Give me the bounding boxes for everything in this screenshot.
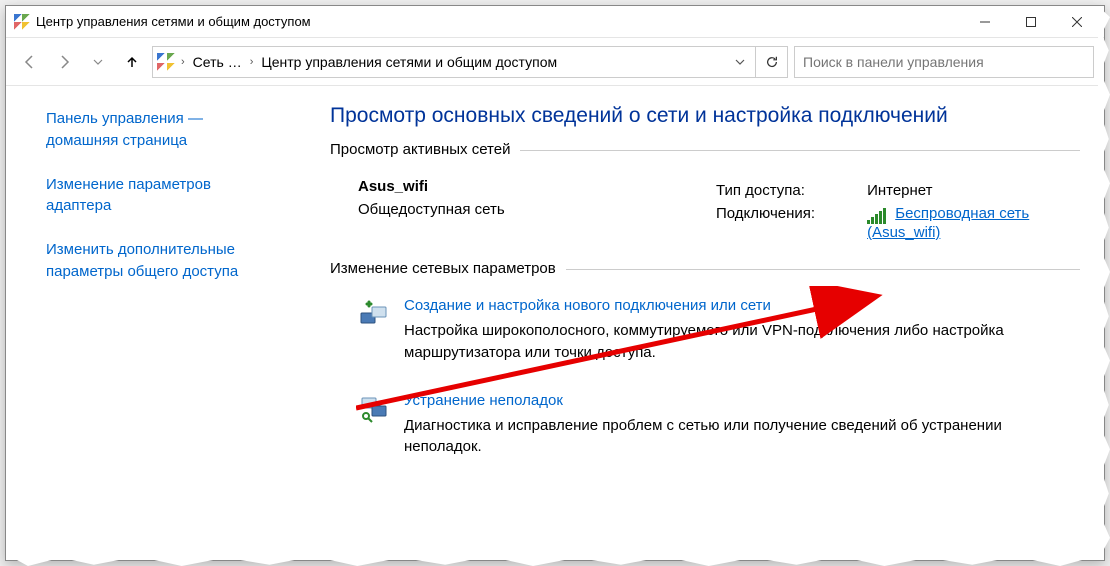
nav-history-dropdown[interactable] <box>84 48 112 76</box>
network-name: Asus_wifi <box>358 178 698 195</box>
nav-back-button[interactable] <box>16 48 44 76</box>
access-type-value: Интернет <box>827 180 1078 201</box>
wifi-signal-icon <box>867 207 887 224</box>
sidebar-link-advanced-sharing[interactable]: Изменить дополнительные параметры общего… <box>46 239 276 283</box>
refresh-button[interactable] <box>756 46 788 78</box>
breadcrumb-current[interactable]: Центр управления сетями и общим доступом <box>259 52 559 72</box>
access-type-label: Тип доступа: <box>716 180 825 201</box>
breadcrumb-network[interactable]: Сеть … <box>191 52 244 72</box>
action-troubleshoot[interactable]: Устранение неполадок Диагностика и испра… <box>330 382 1080 459</box>
maximize-button[interactable] <box>1008 6 1054 38</box>
sidebar-link-home[interactable]: Панель управления — домашняя страница <box>46 108 276 152</box>
chevron-right-icon[interactable]: › <box>248 56 256 68</box>
network-type: Общедоступная сеть <box>358 201 698 218</box>
sidebar: Панель управления — домашняя страница Из… <box>6 86 296 560</box>
new-connection-icon <box>358 297 390 329</box>
address-dropdown[interactable] <box>729 54 751 70</box>
toolbar: › Сеть … › Центр управления сетями и общ… <box>6 38 1104 86</box>
minimize-button[interactable] <box>962 6 1008 38</box>
titlebar: Центр управления сетями и общим доступом <box>6 6 1104 38</box>
close-button[interactable] <box>1054 6 1100 38</box>
page-title: Просмотр основных сведений о сети и наст… <box>330 104 1080 128</box>
window-title: Центр управления сетями и общим доступом <box>30 14 962 29</box>
group-change-settings: Изменение сетевых параметров Создание и … <box>330 269 1080 462</box>
action-new-connection-desc: Настройка широкополосного, коммутируемог… <box>404 320 1044 364</box>
action-troubleshoot-desc: Диагностика и исправление проблем с сеть… <box>404 415 1044 459</box>
chevron-right-icon[interactable]: › <box>179 56 187 68</box>
sidebar-link-adapter-settings[interactable]: Изменение параметров адаптера <box>46 174 276 218</box>
search-box[interactable] <box>794 46 1094 78</box>
window: Центр управления сетями и общим доступом <box>5 5 1105 561</box>
group-label: Просмотр активных сетей <box>330 141 520 158</box>
app-icon <box>14 14 30 30</box>
group-active-networks: Просмотр активных сетей Asus_wifi Общедо… <box>330 150 1080 249</box>
nav-forward-button[interactable] <box>50 48 78 76</box>
content: Просмотр основных сведений о сети и наст… <box>296 86 1104 560</box>
action-troubleshoot-link[interactable]: Устранение неполадок <box>404 392 563 409</box>
address-icon <box>157 53 175 71</box>
connection-link[interactable]: Беспроводная сеть (Asus_wifi) <box>867 205 1029 241</box>
group-label: Изменение сетевых параметров <box>330 260 566 277</box>
nav-up-button[interactable] <box>118 48 146 76</box>
search-input[interactable] <box>803 54 1085 70</box>
action-new-connection[interactable]: Создание и настройка нового подключения … <box>330 287 1080 364</box>
action-new-connection-link[interactable]: Создание и настройка нового подключения … <box>404 297 771 314</box>
connections-label: Подключения: <box>716 203 825 243</box>
address-bar[interactable]: › Сеть … › Центр управления сетями и общ… <box>152 46 756 78</box>
troubleshoot-icon <box>358 392 390 424</box>
